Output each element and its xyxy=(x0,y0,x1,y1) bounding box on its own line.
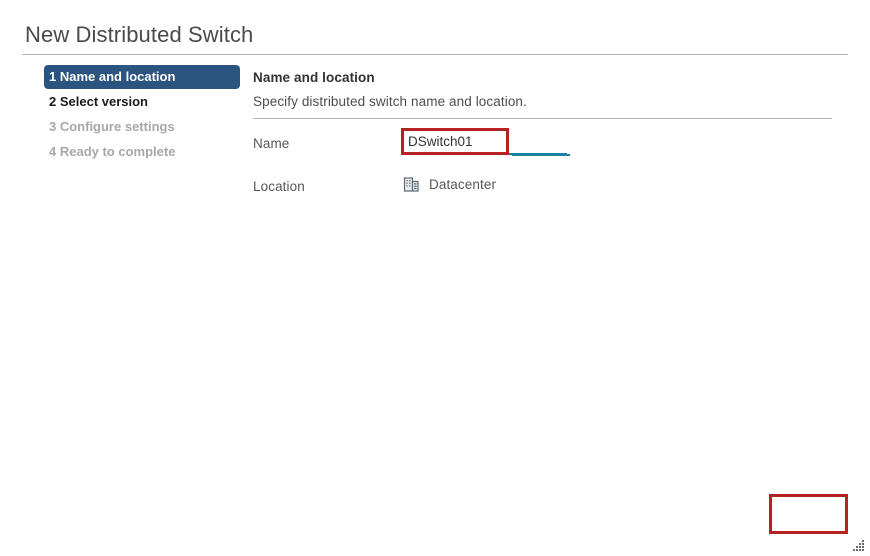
dialog-corner-top-right xyxy=(851,0,870,15)
location-text: Datacenter xyxy=(429,177,497,192)
name-input[interactable] xyxy=(402,129,567,155)
resize-grip-icon[interactable] xyxy=(852,538,866,552)
header-divider xyxy=(22,54,848,55)
content-divider xyxy=(253,118,832,119)
name-input-underline-extension xyxy=(512,154,570,156)
name-label: Name xyxy=(253,136,290,151)
page-title: New Distributed Switch xyxy=(25,22,254,47)
content-heading: Name and location xyxy=(253,70,375,85)
name-field-wrapper xyxy=(402,129,722,159)
wizard-step-list: 1 Name and location 2 Select version 3 C… xyxy=(44,65,240,165)
dialog-corner-top-left xyxy=(0,0,19,19)
wizard-step-ready-to-complete: 4 Ready to complete xyxy=(49,144,176,159)
location-value: Datacenter xyxy=(403,176,496,193)
content-subtitle: Specify distributed switch name and loca… xyxy=(253,94,527,109)
dialog-footer: CANCEL BACK NEXT xyxy=(0,488,870,556)
wizard-step-select-version[interactable]: 2 Select version xyxy=(44,90,240,114)
form-row-name: Name xyxy=(253,129,833,175)
content-pane: Name and location Specify distributed sw… xyxy=(253,70,833,194)
form-row-location: Location Datacenter xyxy=(253,175,833,218)
form: Name Location xyxy=(253,129,833,218)
new-distributed-switch-dialog: New Distributed Switch 1 Name and locati… xyxy=(0,0,870,556)
datacenter-building-icon xyxy=(403,176,420,193)
location-label: Location xyxy=(253,179,305,194)
wizard-step-name-and-location[interactable]: 1 Name and location xyxy=(44,65,240,89)
wizard-step-configure-settings: 3 Configure settings xyxy=(49,119,175,134)
